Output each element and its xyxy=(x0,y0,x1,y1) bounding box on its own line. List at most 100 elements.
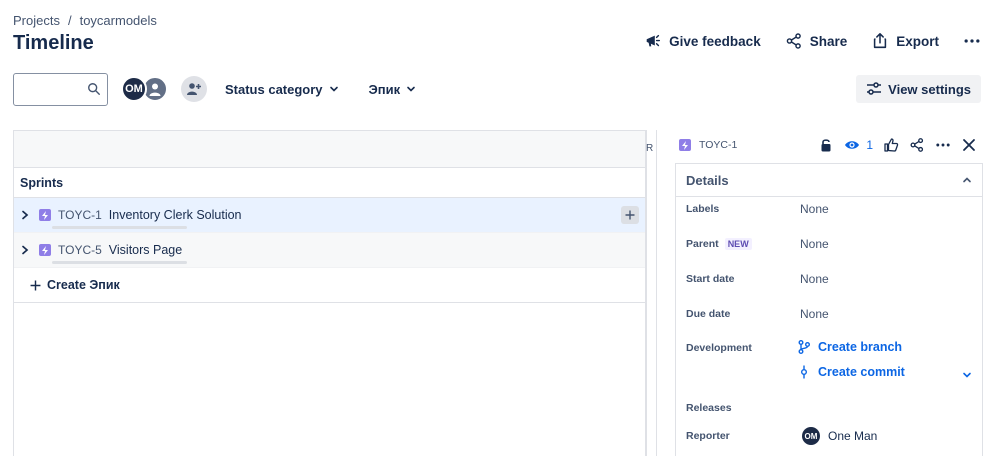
share-icon[interactable] xyxy=(909,137,925,153)
create-epic-button[interactable]: Create Эпик xyxy=(14,268,645,303)
reporter-name: One Man xyxy=(828,429,878,443)
create-branch-link[interactable]: Create branch xyxy=(798,340,902,354)
share-icon xyxy=(786,33,801,49)
progress-bar xyxy=(52,261,187,264)
commit-icon xyxy=(801,365,807,379)
chevron-right-icon[interactable] xyxy=(21,245,29,255)
add-people-button[interactable] xyxy=(181,76,207,102)
reporter-value[interactable]: OM One Man xyxy=(802,427,877,445)
timeline-list: Sprints TOYC-1 Inventory Clerk Solution … xyxy=(13,130,646,456)
chevron-down-icon xyxy=(329,86,338,92)
breadcrumb-project[interactable]: toycarmodels xyxy=(80,13,157,28)
details-title: Details xyxy=(686,172,729,188)
plus-icon xyxy=(625,210,635,220)
avatar-om[interactable]: OM xyxy=(121,76,147,102)
releases-label: Releases xyxy=(686,402,732,414)
megaphone-icon xyxy=(646,34,661,47)
share-label: Share xyxy=(809,33,848,49)
close-icon[interactable] xyxy=(961,137,977,153)
panel-issue-key[interactable]: TOYC-1 xyxy=(699,139,737,151)
give-feedback-label: Give feedback xyxy=(669,33,761,49)
export-label: Export xyxy=(896,33,939,49)
epic-icon xyxy=(39,244,51,256)
eye-icon xyxy=(845,141,860,149)
table-row[interactable]: TOYC-1 Inventory Clerk Solution xyxy=(14,198,645,233)
search-icon[interactable] xyxy=(87,82,101,96)
view-settings-button[interactable]: View settings xyxy=(856,75,981,103)
plus-icon xyxy=(30,280,41,290)
reporter-label: Reporter xyxy=(686,430,730,442)
field-start-label: Start date xyxy=(686,273,734,285)
issue-key[interactable]: TOYC-1 xyxy=(58,208,102,222)
toolbar: OM Status category Эпик View settings xyxy=(13,72,981,106)
breadcrumb-separator: / xyxy=(67,13,72,28)
due-date-value[interactable]: None xyxy=(800,307,829,321)
create-epic-label: Create Эпик xyxy=(47,278,120,292)
details-section: Details Labels None Parent NEW None Star… xyxy=(675,163,983,456)
sprints-label: Sprints xyxy=(20,175,64,190)
new-badge: NEW xyxy=(724,238,752,250)
create-commit-link[interactable]: Create commit xyxy=(798,365,905,379)
person-icon xyxy=(149,83,161,96)
breadcrumb-projects[interactable]: Projects xyxy=(13,13,60,28)
branch-icon xyxy=(798,340,810,354)
share-button[interactable]: Share xyxy=(785,32,848,50)
development-label: Development xyxy=(686,342,752,354)
issue-title[interactable]: Inventory Clerk Solution xyxy=(109,208,242,222)
details-toggle[interactable]: Details xyxy=(676,164,982,197)
page-title: Timeline xyxy=(13,32,94,54)
field-releases-label: Releases xyxy=(686,402,732,414)
more-icon[interactable] xyxy=(935,137,951,153)
progress-bar xyxy=(52,226,187,229)
chevron-down-icon[interactable] xyxy=(962,370,972,380)
panel-header: TOYC-1 1 xyxy=(657,130,999,160)
reporter-avatar: OM xyxy=(802,427,820,445)
breadcrumb: Projects / toycarmodels xyxy=(13,13,157,28)
timeline-header xyxy=(14,131,645,168)
epic-filter-label: Эпик xyxy=(368,81,401,97)
create-commit-label: Create commit xyxy=(818,365,905,379)
issue-detail-panel: TOYC-1 1 Details Labels None Parent NEW … xyxy=(656,130,999,456)
more-actions-button[interactable] xyxy=(963,32,981,50)
labels-value[interactable]: None xyxy=(800,202,829,216)
watch-button[interactable]: 1 xyxy=(844,137,873,153)
labels-label: Labels xyxy=(686,203,720,215)
parent-label: Parent xyxy=(686,238,719,250)
view-settings-label: View settings xyxy=(888,81,971,97)
chevron-up-icon xyxy=(963,177,971,183)
parent-value[interactable]: None xyxy=(800,237,829,251)
export-icon xyxy=(874,33,887,49)
issue-key[interactable]: TOYC-5 xyxy=(58,243,102,257)
sprints-row[interactable]: Sprints xyxy=(14,168,645,198)
chevron-down-icon xyxy=(407,86,415,92)
thumbs-up-icon[interactable] xyxy=(883,137,899,153)
status-category-label: Status category xyxy=(225,81,323,97)
issue-title[interactable]: Visitors Page xyxy=(109,243,182,257)
watch-count: 1 xyxy=(866,138,873,152)
start-date-label: Start date xyxy=(686,273,735,285)
add-person-icon xyxy=(187,83,201,95)
search-input[interactable] xyxy=(20,73,90,105)
lock-icon[interactable] xyxy=(818,137,834,153)
chevron-right-icon[interactable] xyxy=(21,210,29,220)
timeline-divider[interactable] xyxy=(646,130,655,456)
field-development-label: Development xyxy=(686,342,752,354)
release-marker: R xyxy=(646,143,654,154)
give-feedback-button[interactable]: Give feedback xyxy=(644,32,761,50)
add-child-button[interactable] xyxy=(621,206,639,224)
create-branch-label: Create branch xyxy=(818,340,903,354)
field-reporter-label: Reporter xyxy=(686,430,730,442)
start-date-value[interactable]: None xyxy=(800,272,829,286)
epic-filter[interactable]: Эпик xyxy=(369,82,417,97)
search-box xyxy=(13,72,108,106)
export-button[interactable]: Export xyxy=(871,32,939,50)
avatar-group: OM xyxy=(121,76,168,102)
field-labels-label: Labels xyxy=(686,203,719,215)
panel-tools: 1 xyxy=(818,137,999,153)
status-category-filter[interactable]: Status category xyxy=(225,82,339,97)
more-icon xyxy=(964,39,980,43)
table-row[interactable]: TOYC-5 Visitors Page xyxy=(14,233,645,268)
epic-icon xyxy=(39,209,51,221)
top-actions: Give feedback Share Export xyxy=(644,32,981,50)
epic-icon xyxy=(679,139,691,151)
